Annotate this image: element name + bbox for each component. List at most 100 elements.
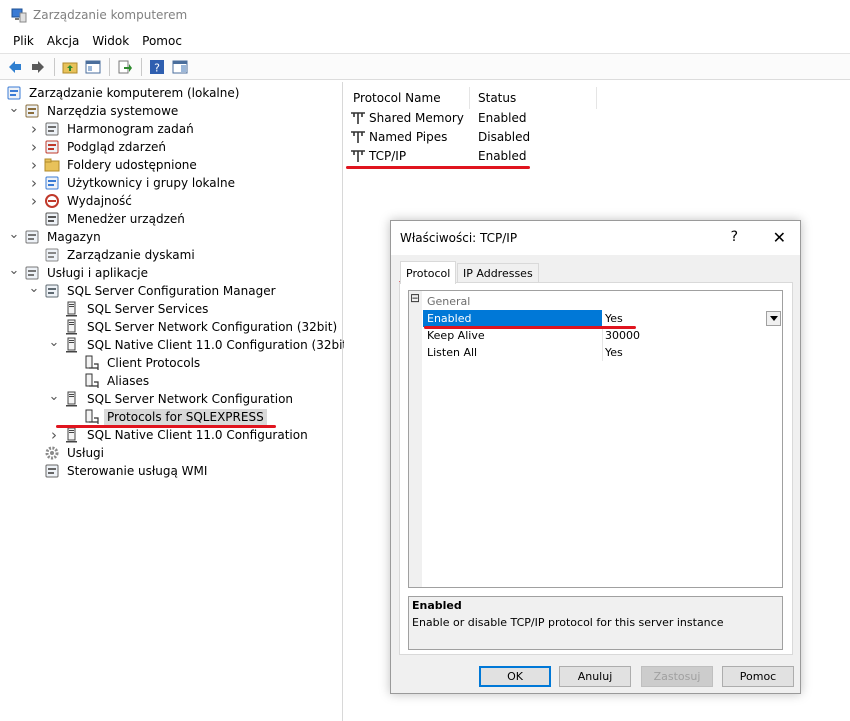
server-icon xyxy=(66,391,77,407)
chevron-down-icon[interactable]: ⌄ xyxy=(48,334,60,352)
protocol-row-tcp-ip[interactable]: TCP/IP xyxy=(350,146,406,165)
tree-item[interactable]: Zarządzanie komputerem (lokalne) xyxy=(6,84,242,102)
gear-icon xyxy=(45,446,59,460)
sql-config-icon xyxy=(45,284,59,298)
computer-management-window: Zarządzanie komputerem Plik Akcja Widok … xyxy=(0,0,850,721)
property-name: Keep Alive xyxy=(427,329,485,342)
forward-button[interactable] xyxy=(27,56,49,78)
chevron-right-icon[interactable]: › xyxy=(28,192,40,210)
chevron-down-icon[interactable]: ⌄ xyxy=(48,388,60,406)
svg-text:?: ? xyxy=(154,61,160,74)
dialog-title: Właściwości: TCP/IP xyxy=(400,231,518,245)
property-row-keep-alive[interactable]: Keep Alive 30000 xyxy=(409,327,782,344)
tree-item[interactable]: Zarządzanie dyskami xyxy=(28,246,198,264)
tree-item[interactable]: ⌄ Narzędzia systemowe xyxy=(8,100,181,120)
tree-item[interactable]: Menedżer urządzeń xyxy=(28,210,188,228)
chevron-right-icon[interactable]: › xyxy=(48,426,60,444)
show-action-pane-button[interactable] xyxy=(169,56,191,78)
tab-ip-addresses[interactable]: IP Addresses xyxy=(457,263,539,283)
protocol-row-shared-memory[interactable]: Shared Memory xyxy=(350,108,464,127)
property-value[interactable]: Yes xyxy=(605,344,623,361)
dialog-help-button[interactable]: ? xyxy=(731,229,738,245)
property-name: Enabled xyxy=(423,310,602,327)
tree-item-label: Client Protocols xyxy=(107,356,201,370)
cancel-button[interactable]: Anuluj xyxy=(559,666,631,687)
chevron-right-icon[interactable]: › xyxy=(28,120,40,138)
protocol-name: TCP/IP xyxy=(369,148,407,163)
wmi-icon xyxy=(45,464,59,478)
protocol-row-named-pipes[interactable]: Named Pipes xyxy=(350,127,447,146)
tree-item[interactable]: › SQL Native Client 11.0 Configuration xyxy=(48,426,311,444)
menu-help[interactable]: Pomoc xyxy=(136,30,188,52)
tree-item[interactable]: › Użytkownicy i grupy lokalne xyxy=(28,174,238,192)
menu-action[interactable]: Akcja xyxy=(41,30,85,52)
tree-item-label: SQL Server Network Configuration (32bit) xyxy=(87,320,338,334)
tab-protocol[interactable]: Protocol xyxy=(400,261,457,284)
chevron-down-icon[interactable]: ⌄ xyxy=(8,100,20,118)
tree-item[interactable]: Protocols for SQLEXPRESS xyxy=(68,408,267,426)
apply-button[interactable]: Zastosuj xyxy=(641,666,713,687)
collapse-icon[interactable]: ⊟ xyxy=(410,291,420,305)
tree-item[interactable]: ⌄ SQL Server Configuration Manager xyxy=(28,280,279,300)
property-row-listen-all[interactable]: Listen All Yes xyxy=(409,344,782,361)
tree-item[interactable]: ⌄ Magazyn xyxy=(8,226,104,246)
chevron-right-icon[interactable]: › xyxy=(28,174,40,192)
protocol-icon xyxy=(85,409,99,424)
tree-item[interactable]: › Foldery udostępnione xyxy=(28,156,200,174)
help-dialog-button[interactable]: Pomoc xyxy=(722,666,794,687)
tree-item-label: SQL Native Client 11.0 Configuration (32… xyxy=(87,338,352,352)
server-icon xyxy=(66,319,77,335)
tree-item[interactable]: ⌄ SQL Server Network Configuration xyxy=(48,388,296,408)
protocols-highlight-underline xyxy=(56,425,276,428)
category-general[interactable]: ⊟ General xyxy=(409,291,782,310)
toolbar-separator xyxy=(141,57,142,76)
system-tools-icon xyxy=(25,104,39,118)
tree-item[interactable]: › Podgląd zdarzeń xyxy=(28,138,169,156)
show-hide-tree-button[interactable] xyxy=(82,56,104,78)
chevron-right-icon[interactable]: › xyxy=(28,156,40,174)
chevron-right-icon[interactable]: › xyxy=(28,138,40,156)
tree-item[interactable]: SQL Server Services xyxy=(48,300,211,318)
dialog-close-button[interactable]: ✕ xyxy=(773,228,786,247)
menu-view[interactable]: Widok xyxy=(86,30,135,52)
column-separator[interactable] xyxy=(596,87,597,109)
tree-item-label: Użytkownicy i grupy lokalne xyxy=(67,176,235,190)
chevron-down-icon[interactable]: ⌄ xyxy=(28,280,40,298)
column-header-status[interactable]: Status xyxy=(478,87,516,109)
column-separator[interactable] xyxy=(469,87,470,109)
description-title: Enabled xyxy=(412,599,462,612)
clock-icon xyxy=(45,122,59,136)
menu-file[interactable]: Plik xyxy=(7,30,40,52)
chevron-down-icon xyxy=(769,316,778,321)
ok-button[interactable]: OK xyxy=(479,666,551,687)
tree-item[interactable]: ⌄ SQL Native Client 11.0 Configuration (3… xyxy=(48,334,355,354)
tree-item[interactable]: Usługi xyxy=(28,444,107,462)
tree-item[interactable]: Client Protocols xyxy=(68,354,203,372)
help-button[interactable]: ? xyxy=(146,56,168,78)
property-value[interactable]: 30000 xyxy=(605,327,640,344)
tree-item[interactable]: Aliases xyxy=(68,372,152,390)
event-viewer-icon xyxy=(45,140,59,154)
tree-item[interactable]: › Harmonogram zadań xyxy=(28,120,197,138)
property-value[interactable]: Yes xyxy=(605,310,623,327)
dropdown-button[interactable] xyxy=(766,311,781,326)
export-list-button[interactable] xyxy=(114,56,136,78)
shared-folder-icon xyxy=(44,158,60,172)
chevron-down-icon[interactable]: ⌄ xyxy=(8,226,20,244)
server-icon xyxy=(66,301,77,317)
chevron-down-icon[interactable]: ⌄ xyxy=(8,262,20,280)
back-button[interactable] xyxy=(4,56,26,78)
protocol-name: Named Pipes xyxy=(369,129,448,144)
tree-item-label: SQL Native Client 11.0 Configuration xyxy=(87,428,308,442)
tree-item[interactable]: SQL Server Network Configuration (32bit) xyxy=(48,318,340,336)
column-header-protocol-name[interactable]: Protocol Name xyxy=(353,87,441,109)
property-row-enabled[interactable]: Enabled Yes xyxy=(409,310,782,327)
tree-item[interactable]: Sterowanie usługą WMI xyxy=(28,462,210,480)
users-icon xyxy=(45,176,59,190)
up-folder-button[interactable] xyxy=(59,56,81,78)
tree-item[interactable]: › Wydajność xyxy=(28,192,135,210)
tree-item-label: Zarządzanie komputerem (lokalne) xyxy=(29,86,240,100)
